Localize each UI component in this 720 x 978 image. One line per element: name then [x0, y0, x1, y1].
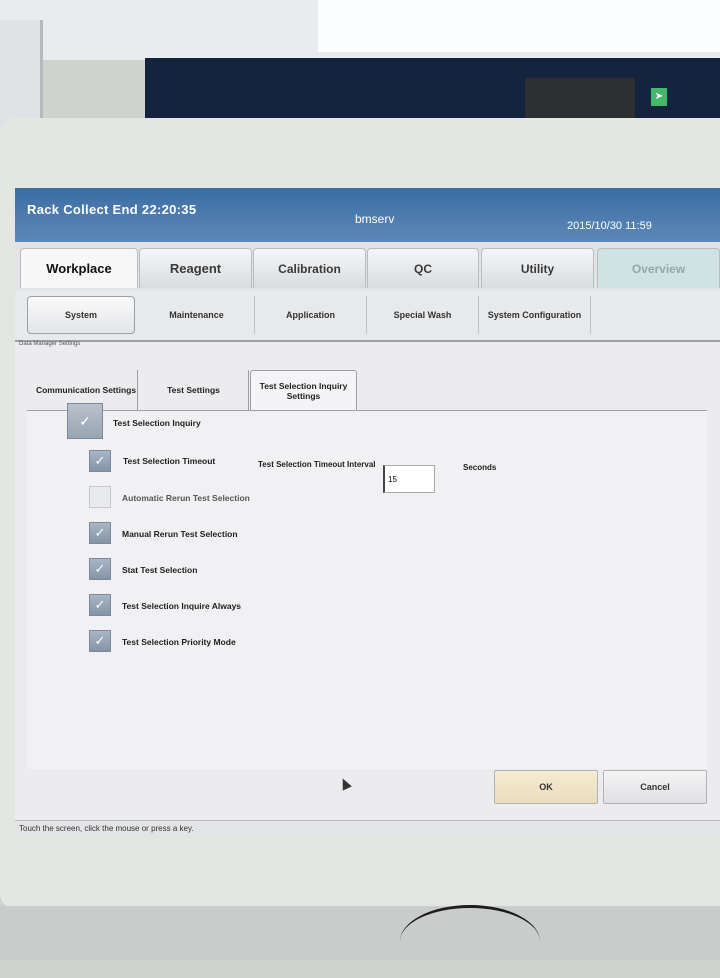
content-area: Communication Settings Test Settings Tes…	[15, 350, 720, 815]
tab-utility[interactable]: Utility	[481, 248, 594, 288]
manual-rerun-label: Manual Rerun Test Selection	[122, 529, 238, 539]
desk	[0, 906, 720, 960]
timeout-unit-label: Seconds	[463, 463, 497, 472]
test-selection-inquiry-checkbox[interactable]: ✓	[67, 403, 103, 439]
ceiling-light	[318, 0, 720, 52]
tab-test-selection-inquiry-settings[interactable]: Test Selection Inquiry Settings	[250, 370, 357, 410]
stat-test-selection-label: Stat Test Selection	[122, 565, 198, 575]
check-icon: ✓	[94, 597, 106, 612]
subtab-system[interactable]: System	[27, 296, 135, 334]
ok-button[interactable]: OK	[494, 770, 598, 804]
window	[0, 20, 43, 130]
host-name: bmserv	[355, 212, 395, 226]
test-selection-timeout-checkbox[interactable]: ✓	[89, 450, 111, 472]
test-selection-inquiry-label: Test Selection Inquiry	[113, 418, 201, 428]
test-selection-timeout-label: Test Selection Timeout	[123, 456, 216, 466]
tab-test-settings[interactable]: Test Settings	[139, 370, 249, 410]
screen: Rack Collect End 22:20:35 bmserv 2015/10…	[15, 188, 720, 838]
subtab-special-wash[interactable]: Special Wash	[367, 296, 479, 334]
status-bar: Touch the screen, click the mouse or pre…	[15, 820, 720, 838]
tab-workplace[interactable]: Workplace	[20, 248, 138, 288]
timeout-interval-label: Test Selection Timeout Interval	[258, 460, 376, 469]
timeout-interval-input[interactable]: 15	[383, 465, 435, 493]
breadcrumb: Data Manager Settings	[19, 341, 81, 347]
tab-overview[interactable]: Overview	[597, 248, 720, 288]
automatic-rerun-checkbox[interactable]	[89, 486, 111, 508]
cancel-button[interactable]: Cancel	[603, 770, 707, 804]
rack-status: Rack Collect End 22:20:35	[27, 202, 197, 217]
automatic-rerun-label: Automatic Rerun Test Selection	[122, 493, 250, 503]
subtab-maintenance[interactable]: Maintenance	[139, 296, 255, 334]
tab-qc[interactable]: QC	[367, 248, 479, 288]
tab-calibration[interactable]: Calibration	[253, 248, 366, 288]
date-time: 2015/10/30 11:59	[567, 220, 652, 232]
check-icon: ✓	[94, 633, 106, 648]
manual-rerun-checkbox[interactable]: ✓	[89, 522, 111, 544]
exit-sign-icon: ➤	[651, 88, 667, 106]
mouse-pointer-icon	[338, 776, 352, 791]
inquire-always-checkbox[interactable]: ✓	[89, 594, 111, 616]
check-icon: ✓	[94, 561, 106, 576]
tab-reagent[interactable]: Reagent	[139, 248, 252, 288]
subtab-system-configuration[interactable]: System Configuration	[479, 296, 591, 334]
check-icon: ✓	[94, 525, 106, 540]
title-bar: Rack Collect End 22:20:35 bmserv 2015/10…	[15, 188, 720, 242]
cable	[400, 905, 540, 978]
priority-mode-label: Test Selection Priority Mode	[122, 637, 236, 647]
stat-test-selection-checkbox[interactable]: ✓	[89, 558, 111, 580]
subtab-application[interactable]: Application	[255, 296, 367, 334]
check-icon: ✓	[79, 412, 91, 429]
sub-tab-bar: System Maintenance Application Special W…	[15, 290, 720, 342]
inquire-always-label: Test Selection Inquire Always	[122, 601, 242, 611]
main-tab-bar: Workplace Reagent Calibration QC Utility…	[15, 242, 720, 290]
check-icon: ✓	[94, 453, 106, 468]
priority-mode-checkbox[interactable]: ✓	[89, 630, 111, 652]
settings-panel: ✓ Test Selection Inquiry ✓ Test Selectio…	[27, 403, 707, 769]
